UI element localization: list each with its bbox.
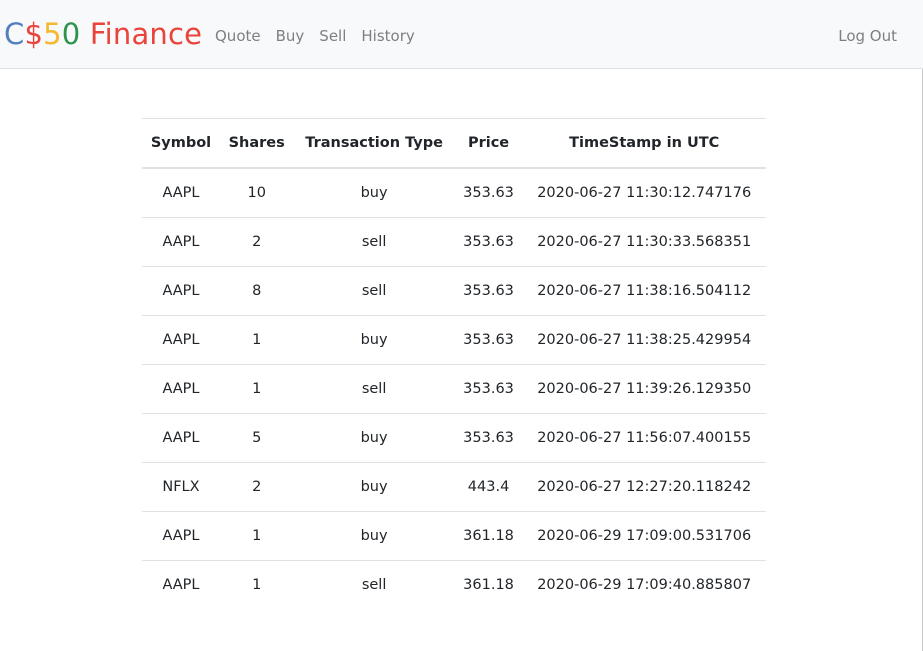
- cell-type: sell: [361, 577, 387, 593]
- table-row: AAPL 2 sell 353.63 2020-06-27 11:30:33.5…: [142, 217, 766, 267]
- nav-sell-link[interactable]: Sell: [319, 25, 346, 47]
- cell-timestamp: 2020-06-29 17:09:40.885807: [537, 577, 752, 593]
- header-price: Price: [454, 118, 523, 169]
- cell-price: 353.63: [454, 364, 523, 414]
- cell-shares: 5: [219, 413, 294, 463]
- cell-shares: 1: [219, 315, 294, 365]
- cell-type: sell: [293, 217, 455, 267]
- cell-shares: 1: [252, 577, 262, 593]
- table-row: AAPL 1 buy 361.18 2020-06-29 17:09:00.53…: [142, 511, 766, 561]
- table-row: AAPL 1 sell 361.18 2020-06-29 17:09:40.8…: [142, 561, 766, 610]
- cell-timestamp: 2020-06-27 11:39:26.129350: [522, 364, 766, 414]
- cell-symbol: AAPL: [162, 577, 200, 593]
- table-row: AAPL 5 buy 353.63 2020-06-27 11:56:07.40…: [142, 413, 766, 463]
- header-timestamp: TimeStamp in UTC: [522, 118, 766, 169]
- table-row: AAPL 8 sell 353.63 2020-06-27 11:38:16.5…: [142, 266, 766, 316]
- cell-shares: 8: [219, 266, 294, 316]
- cell-price: 353.63: [454, 168, 523, 218]
- nav-history-link[interactable]: History: [361, 25, 414, 47]
- cell-price: 361.18: [454, 511, 523, 561]
- cell-shares: 2: [219, 217, 294, 267]
- cell-symbol: AAPL: [142, 168, 220, 218]
- table-row: AAPL 10 buy 353.63 2020-06-27 11:30:12.7…: [142, 168, 766, 218]
- cell-symbol: AAPL: [142, 315, 220, 365]
- nav-links: Quote Buy Sell History: [215, 25, 430, 47]
- cell-timestamp: 2020-06-27 12:27:20.118242: [522, 462, 766, 512]
- cell-timestamp: 2020-06-27 11:38:25.429954: [522, 315, 766, 365]
- cell-price: 353.63: [454, 315, 523, 365]
- brand-five: 5: [43, 17, 62, 51]
- cell-price: 443.4: [454, 462, 523, 512]
- cell-type: buy: [293, 315, 455, 365]
- brand-c: C: [4, 17, 25, 51]
- cell-timestamp: 2020-06-27 11:30:33.568351: [522, 217, 766, 267]
- cell-type: sell: [293, 364, 455, 414]
- cell-type: buy: [293, 511, 455, 561]
- cell-symbol: AAPL: [142, 217, 220, 267]
- cell-price: 353.63: [454, 266, 523, 316]
- brand-logo[interactable]: C$50 Finance: [4, 14, 202, 54]
- header-shares: Shares: [219, 118, 294, 169]
- header-symbol: Symbol: [142, 118, 220, 169]
- cell-price: 353.63: [454, 217, 523, 267]
- cell-type: buy: [293, 462, 455, 512]
- history-table: Symbol Shares Transaction Type Price Tim…: [142, 118, 766, 609]
- brand-finance: Finance: [80, 17, 203, 51]
- table-row: NFLX 2 buy 443.4 2020-06-27 12:27:20.118…: [142, 462, 766, 512]
- cell-symbol: AAPL: [142, 364, 220, 414]
- nav-buy-link[interactable]: Buy: [276, 25, 305, 47]
- header-transaction-type: Transaction Type: [293, 118, 455, 169]
- cell-timestamp: 2020-06-27 11:56:07.400155: [522, 413, 766, 463]
- cell-shares: 2: [219, 462, 294, 512]
- brand-dollar: $: [24, 17, 44, 51]
- cell-timestamp: 2020-06-29 17:09:00.531706: [522, 511, 766, 561]
- table-header-row: Symbol Shares Transaction Type Price Tim…: [142, 118, 766, 169]
- cell-timestamp: 2020-06-27 11:30:12.747176: [522, 168, 766, 218]
- table-row: AAPL 1 sell 353.63 2020-06-27 11:39:26.1…: [142, 364, 766, 414]
- cell-price: 361.18: [463, 577, 514, 593]
- nav-quote-link[interactable]: Quote: [215, 25, 261, 47]
- cell-symbol: AAPL: [142, 266, 220, 316]
- cell-price: 353.63: [454, 413, 523, 463]
- brand-zero: 0: [61, 17, 81, 51]
- cell-shares: 10: [219, 168, 294, 218]
- cell-timestamp: 2020-06-27 11:38:16.504112: [522, 266, 766, 316]
- cell-shares: 1: [219, 511, 294, 561]
- cell-symbol: NFLX: [142, 462, 220, 512]
- cell-shares: 1: [219, 364, 294, 414]
- cell-type: buy: [293, 413, 455, 463]
- cell-type: buy: [293, 168, 455, 218]
- table-row: AAPL 1 buy 353.63 2020-06-27 11:38:25.42…: [142, 315, 766, 365]
- cell-symbol: AAPL: [142, 413, 220, 463]
- cell-symbol: AAPL: [142, 511, 220, 561]
- logout-link[interactable]: Log Out: [838, 25, 897, 47]
- navbar: C$50 Finance Quote Buy Sell History Log …: [0, 0, 923, 69]
- cell-type: sell: [293, 266, 455, 316]
